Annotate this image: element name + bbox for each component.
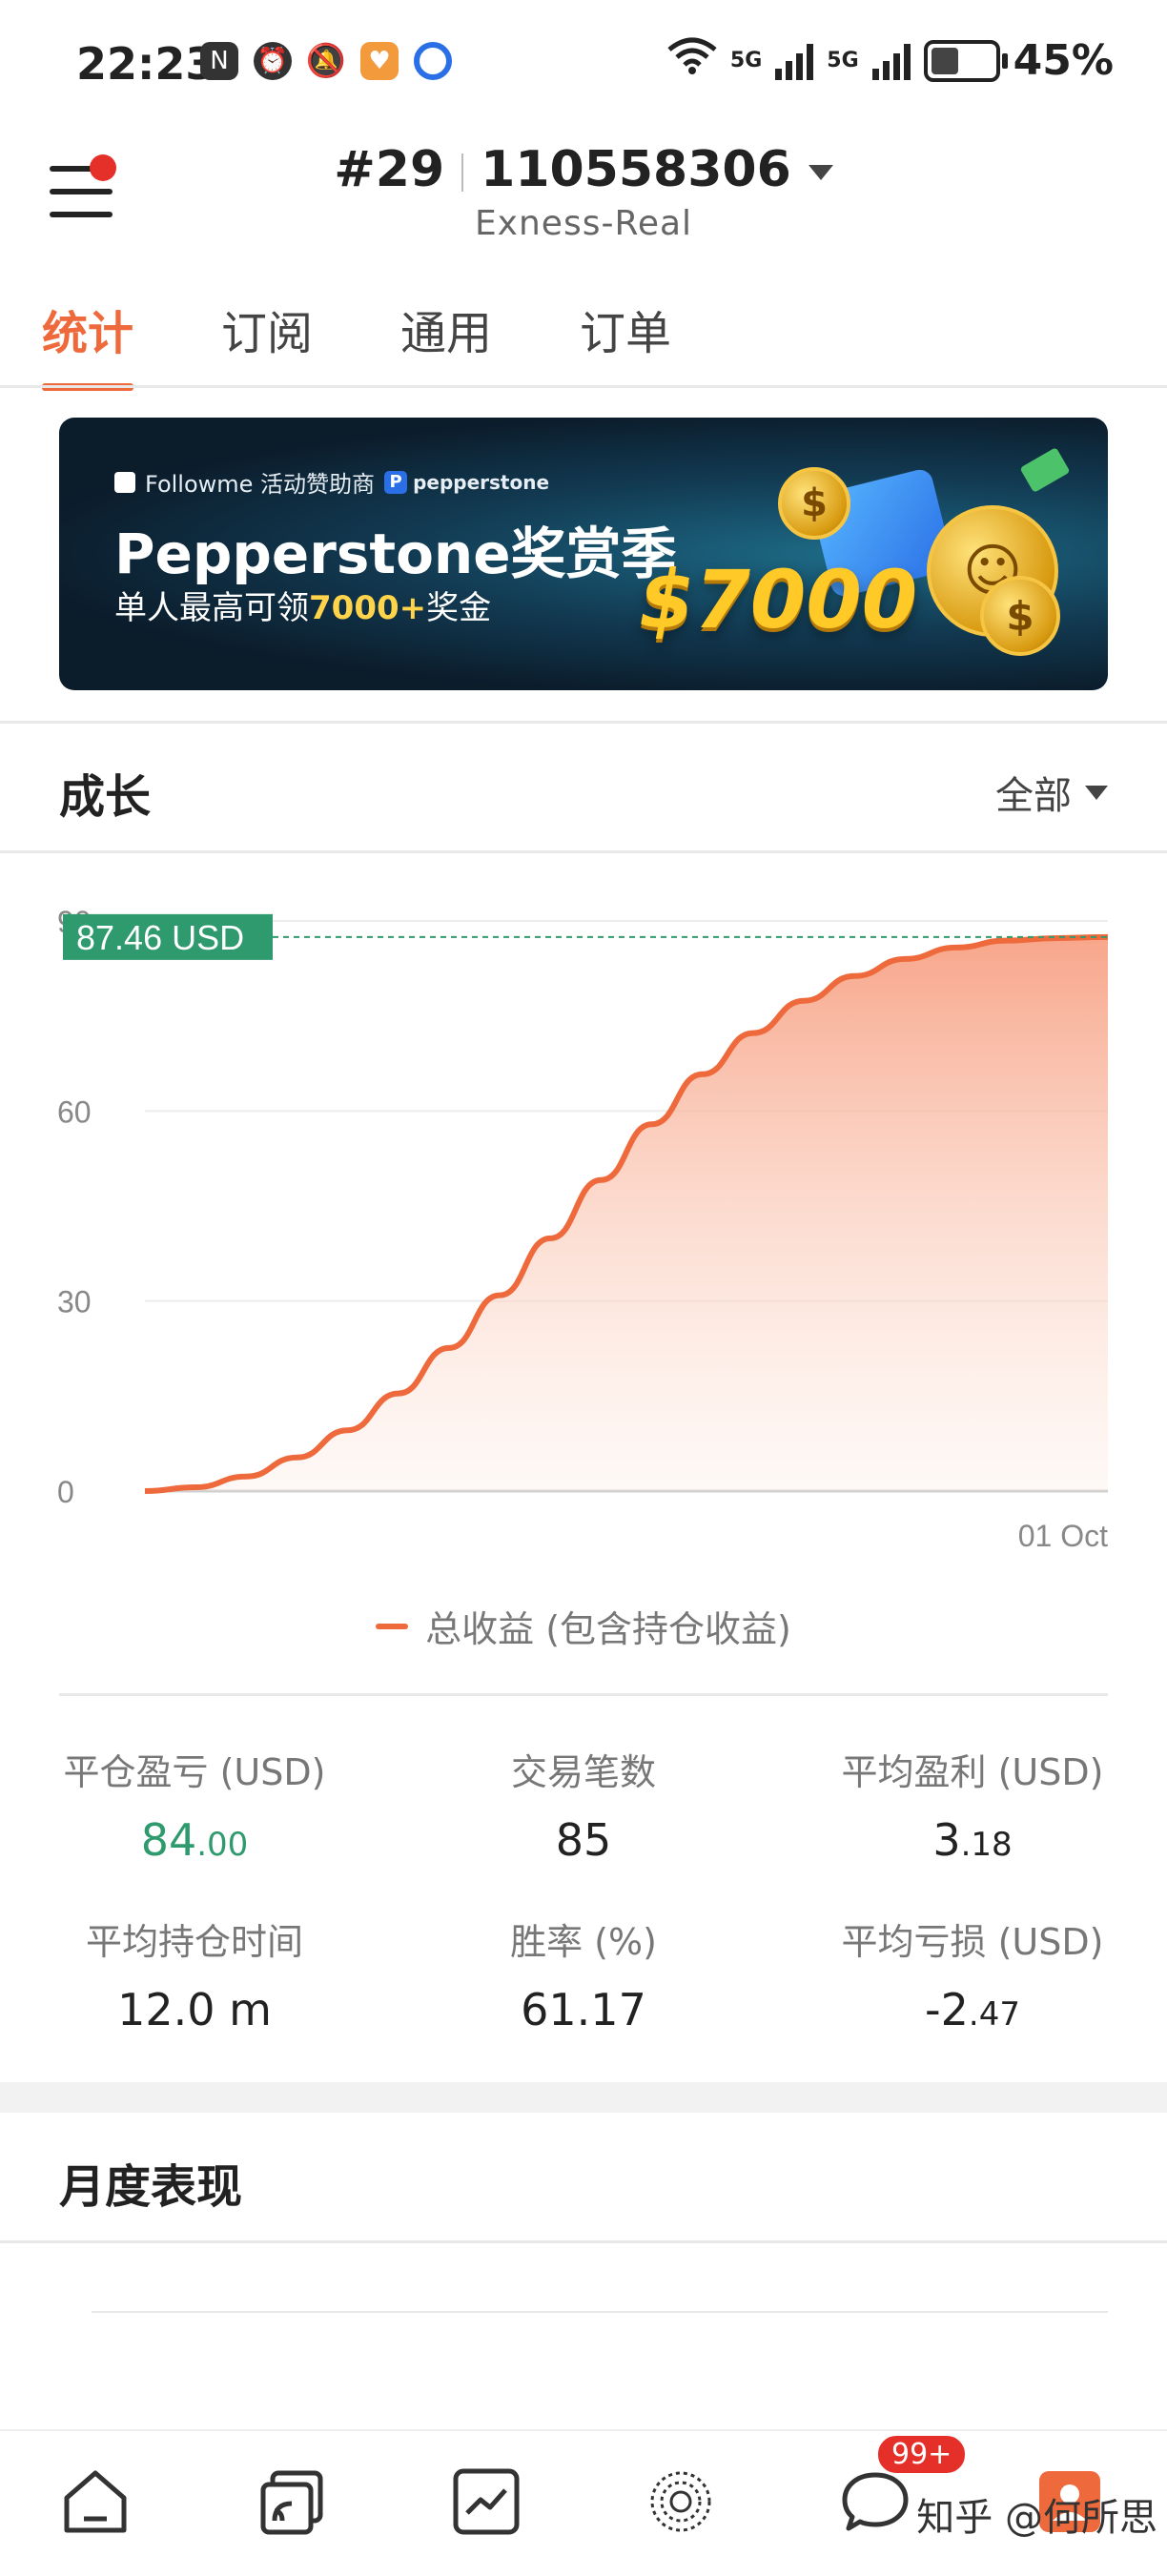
chevron-down-icon — [1085, 785, 1108, 800]
banner-title: Pepperstone奖赏季 — [114, 521, 677, 586]
growth-title: 成长 — [59, 770, 152, 824]
stat-value: 3.18 — [782, 1814, 1163, 1866]
promo-banner[interactable]: Followme 活动赞助商 Ppepperstone Pepperstone奖… — [59, 418, 1108, 690]
growth-divider — [0, 850, 1167, 853]
cash-icon — [1019, 447, 1071, 493]
mute-icon: 🔕 — [305, 42, 347, 80]
network-type-b: 5G — [827, 49, 859, 72]
stat-value-dec: .00 — [196, 1826, 249, 1864]
sub-highlight: 7000+ — [309, 589, 427, 627]
sponsor-text: Followme 活动赞助商 — [145, 471, 376, 498]
account-number: 110558306 — [481, 141, 791, 198]
stat-closed-pnl: 平仓盈亏 (USD) 84.00 — [4, 1743, 385, 1866]
battery-percent: 45% — [1013, 36, 1114, 85]
chart-icon[interactable] — [450, 2465, 522, 2538]
banner-subtitle: 单人最高可领7000+奖金 — [114, 582, 491, 628]
stat-value-int: -2 — [925, 1984, 969, 2035]
y-tick-label: 30 — [57, 1285, 92, 1319]
notification-icons: N ⏰ 🔕 ♥ — [200, 42, 452, 80]
wifi-icon — [667, 36, 717, 85]
stat-value-int: 12.0 m — [117, 1984, 272, 2035]
y-tick-label: 60 — [57, 1094, 92, 1129]
message-icon[interactable]: 99+ — [839, 2433, 969, 2538]
y-tick-label: 0 — [57, 1475, 74, 1509]
tab-statistics[interactable]: 统计 — [42, 296, 134, 391]
home-icon[interactable] — [59, 2465, 132, 2538]
stat-avg-profit: 平均盈利 (USD) 3.18 — [782, 1743, 1163, 1866]
stat-value-int: 85 — [555, 1814, 612, 1866]
battery-icon — [923, 39, 1008, 82]
banner-sponsor: Followme 活动赞助商 Ppepperstone — [114, 465, 549, 499]
stat-label: 胜率 (%) — [510, 1921, 657, 1963]
legend-label: 总收益 (包含持仓收益) — [425, 1608, 791, 1650]
discover-icon[interactable] — [645, 2465, 717, 2538]
stat-label: 平均亏损 (USD) — [841, 1921, 1104, 1963]
current-value-label: 87.46 USD — [76, 918, 244, 957]
nfc-icon: N — [200, 42, 238, 80]
message-badge: 99+ — [875, 2433, 969, 2476]
chart-legend: 总收益 (包含持仓收益) — [0, 1600, 1167, 1652]
stat-label: 平均盈利 (USD) — [841, 1751, 1104, 1793]
watermark: 知乎 @何所思 — [916, 2496, 1157, 2540]
status-time: 22:23 — [76, 38, 216, 90]
banner-amount: $7000 — [639, 553, 918, 646]
status-bar: 22:23 N ⏰ 🔕 ♥ 5G 5G 45% — [0, 0, 1167, 133]
tab-subscriptions[interactable]: 订阅 — [221, 296, 313, 391]
range-filter-label: 全部 — [995, 774, 1072, 818]
stat-label: 平均持仓时间 — [85, 1921, 303, 1963]
stat-trade-count: 交易笔数 85 — [393, 1743, 774, 1866]
account-server: Exness-Real — [474, 204, 693, 243]
stat-value: 61.17 — [393, 1984, 774, 2035]
stat-value: 84.00 — [4, 1814, 385, 1866]
pepperstone-logo: Ppepperstone — [384, 470, 550, 494]
stat-win-rate: 胜率 (%) 61.17 — [393, 1912, 774, 2035]
stat-label: 平仓盈亏 (USD) — [63, 1751, 326, 1793]
status-right: 5G 5G 45% — [667, 36, 1114, 85]
tab-divider — [0, 385, 1167, 388]
stat-value-int: 61.17 — [521, 1984, 646, 2035]
range-filter[interactable]: 全部 — [995, 765, 1108, 820]
monthly-divider — [0, 2240, 1167, 2243]
tab-orders[interactable]: 订单 — [580, 296, 671, 391]
brand-name: pepperstone — [413, 470, 550, 494]
network-type-a: 5G — [729, 49, 763, 72]
account-index: #29 — [334, 141, 445, 198]
megaphone-icon — [114, 471, 135, 493]
stats-divider — [59, 1693, 1108, 1696]
stat-value: 85 — [393, 1814, 774, 1866]
signal-a-icon — [775, 42, 814, 80]
chevron-down-icon — [808, 165, 833, 180]
coin-icon: $ — [778, 467, 850, 540]
stat-value-dec: .18 — [960, 1826, 1013, 1864]
sub-suffix: 奖金 — [426, 589, 492, 627]
section-divider — [0, 721, 1167, 724]
dot-app-icon — [414, 42, 452, 80]
stat-value-int: 84 — [140, 1814, 197, 1866]
stat-avg-loss: 平均亏损 (USD) -2.47 — [782, 1912, 1163, 2035]
monthly-gridline — [92, 2311, 1108, 2313]
stat-value: 12.0 m — [4, 1984, 385, 2035]
monthly-title: 月度表现 — [59, 2160, 243, 2214]
stat-label: 交易笔数 — [510, 1751, 656, 1793]
dollar-coin-icon: $ — [980, 576, 1060, 656]
growth-area — [145, 936, 1108, 1491]
legend-swatch — [376, 1623, 409, 1629]
copy-trading-icon[interactable] — [256, 2465, 328, 2538]
stat-value: -2.47 — [782, 1984, 1163, 2035]
tab-bar: 统计 订阅 通用 订单 — [42, 296, 671, 391]
account-selector[interactable]: #29 110558306 Exness-Real — [0, 141, 1167, 243]
x-axis-label: 01 Oct — [1018, 1519, 1108, 1553]
stat-avg-hold-time: 平均持仓时间 12.0 m — [4, 1912, 385, 2035]
stat-value-dec: .47 — [968, 1995, 1020, 2034]
growth-chart: 9060300 87.46 USD 01 Oct — [57, 905, 1108, 1553]
section-separator — [0, 2082, 1167, 2113]
alarm-icon: ⏰ — [254, 42, 292, 80]
sub-prefix: 单人最高可领 — [114, 589, 309, 627]
tab-general[interactable]: 通用 — [400, 296, 492, 391]
signal-b-icon — [871, 42, 911, 80]
stat-value-int: 3 — [932, 1814, 961, 1866]
app-notification-icon: ♥ — [360, 42, 399, 80]
